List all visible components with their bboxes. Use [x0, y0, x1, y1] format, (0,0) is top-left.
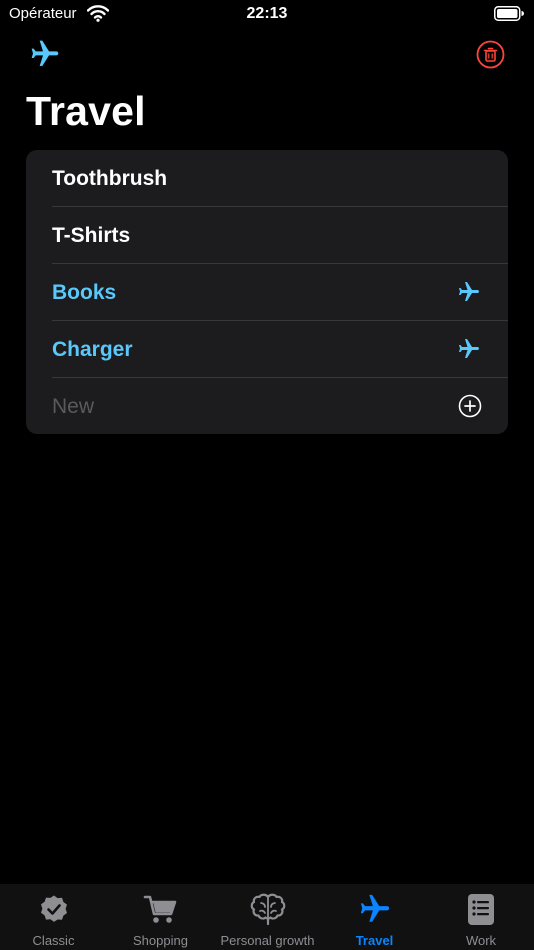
airplane-icon: [360, 894, 389, 922]
page-title: Travel: [26, 88, 146, 134]
brain-icon: [250, 893, 285, 926]
battery-icon: [494, 6, 524, 21]
checkmark-seal-icon: [40, 895, 67, 922]
trash-icon: [476, 40, 505, 69]
cart-icon: [143, 895, 176, 923]
airplane-icon: [459, 339, 479, 358]
new-item-row[interactable]: New: [52, 378, 508, 434]
airplane-icon: [31, 40, 59, 66]
list-item-label: Toothbrush: [52, 167, 168, 190]
tab-label: Work: [465, 933, 497, 948]
list-item[interactable]: Charger: [52, 321, 508, 378]
add-item-button[interactable]: [458, 394, 482, 418]
tab-classic[interactable]: Classic: [0, 884, 107, 950]
tab-label: Shopping: [133, 933, 188, 948]
list-item[interactable]: Toothbrush: [52, 150, 508, 207]
tab-travel[interactable]: Travel: [321, 884, 428, 950]
list-item-label: T-Shirts: [52, 224, 131, 247]
note-list-icon: [468, 894, 494, 925]
tab-label: Travel: [355, 933, 394, 948]
tab-personal-growth[interactable]: Personal growth: [214, 884, 321, 950]
list-item[interactable]: Books: [52, 264, 508, 321]
new-item-input[interactable]: New: [52, 378, 94, 434]
tab-bar: Classic Shopping Personal growth Travel: [0, 884, 534, 950]
list-item[interactable]: T-Shirts: [52, 207, 508, 264]
clock: 22:13: [246, 5, 288, 22]
list-item-label: Books: [52, 281, 117, 304]
tab-label: Personal growth: [220, 933, 315, 948]
item-list: Toothbrush T-Shirts Books Charger New: [26, 150, 508, 434]
status-bar: Opérateur 22:13: [0, 0, 534, 30]
delete-list-button[interactable]: [476, 40, 505, 69]
tab-label: Classic: [32, 933, 75, 948]
tab-shopping[interactable]: Shopping: [107, 884, 214, 950]
airplane-icon: [459, 282, 479, 301]
list-item-label: Charger: [52, 338, 133, 361]
tab-work[interactable]: Work: [428, 884, 534, 950]
